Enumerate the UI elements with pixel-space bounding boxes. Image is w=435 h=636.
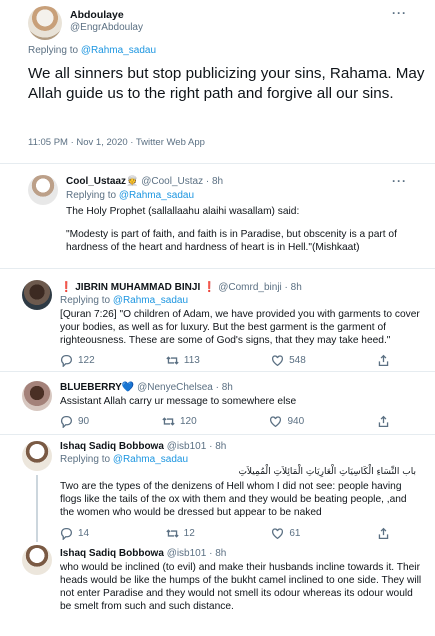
retweet-icon [166,529,179,538]
like-action[interactable]: 61 [271,527,300,540]
reply-text: Two are the types of the denizens of Hel… [60,481,407,518]
reply-action[interactable]: 14 [60,527,89,540]
tweet-meta[interactable]: 11:05 PM · Nov 1, 2020 · Twitter Web App [28,137,205,148]
like-count: 548 [289,355,306,366]
reply-handle[interactable]: @Cool_Ustaz [141,176,203,187]
reply-name[interactable]: ❗ JIBRIN MUHAMMAD BINJI ❗ [60,282,215,293]
reply-text: [Quran 7:26] "O children of Adam, we hav… [60,309,420,346]
action-bar: 14 12 61 [60,527,390,540]
share-action[interactable] [377,415,390,428]
like-action[interactable]: 548 [271,354,306,367]
retweet-count: 113 [183,355,200,366]
replying-to-link[interactable]: @Rahma_sadau [81,45,156,56]
reply-handle[interactable]: @isb101 [167,441,207,452]
reply-time[interactable]: · 8h [209,548,226,559]
reply-time[interactable]: · 8h [216,382,233,393]
retweet-count: 12 [183,528,195,539]
reply-header: Ishaq Sadiq Bobbowa @isb101 · 8h [60,441,226,452]
like-icon [272,355,284,367]
like-action[interactable]: 940 [269,415,304,428]
reply-handle[interactable]: @Comrd_binji [218,282,282,293]
share-action[interactable] [377,354,390,367]
retweet-action[interactable]: 113 [166,354,200,367]
reply-name[interactable]: Cool_Ustaaz👳 [66,176,138,187]
arabic-text: باب النِّسَاءِ الْكَاسِيَاتِ الْعَارِيَا… [238,467,416,477]
divider [0,163,435,164]
replying-prefix: Replying to [60,454,113,465]
reply-count: 14 [78,528,90,539]
like-icon [270,416,282,428]
reply-handle[interactable]: @isb101 [167,548,207,559]
reply-handle[interactable]: @NenyeChelsea [137,382,213,393]
reply-avatar[interactable] [22,441,52,471]
share-icon [378,527,389,540]
replying-to-line: Replying to @Rahma_sadau [60,295,188,306]
divider [0,434,435,435]
replying-to-line: Replying to @Rahma_sadau [28,45,156,56]
reply-name[interactable]: Ishaq Sadiq Bobbowa [60,548,164,559]
retweet-icon [162,417,175,426]
reply-icon [60,415,73,428]
like-count: 61 [289,528,301,539]
retweet-action[interactable]: 120 [162,415,197,428]
reply-text-quote: "Modesty is part of faith, and faith is … [66,229,397,253]
replying-to-link[interactable]: @Rahma_sadau [119,190,194,201]
reply-name[interactable]: Ishaq Sadiq Bobbowa [60,441,164,452]
thread-connector [36,475,38,542]
reply-time[interactable]: · 8h [209,441,226,452]
reply-avatar[interactable] [28,175,58,205]
author-avatar[interactable] [28,6,62,40]
reply-avatar[interactable] [22,545,52,575]
retweet-count: 120 [179,416,197,427]
reply-action[interactable]: 122 [60,354,95,367]
retweet-action[interactable]: 12 [166,527,195,540]
replying-prefix: Replying to [60,295,113,306]
like-icon [272,528,284,540]
author-handle[interactable]: @EngrAbdoulay [70,22,143,33]
reply-text: who would be inclined (to evil) and make… [60,562,422,612]
reply-header: Ishaq Sadiq Bobbowa @isb101 · 8h [60,548,226,559]
author-name[interactable]: Abdoulaye [70,9,124,21]
reply-header: BLUEBERRY💙 @NenyeChelsea · 8h [60,382,233,393]
action-bar: 122 113 548 [60,354,390,367]
replying-prefix: Replying to [66,190,119,201]
reply-action[interactable]: 90 [60,415,89,428]
share-icon [378,415,389,428]
replying-prefix: Replying to [28,45,81,56]
replying-to-link[interactable]: @Rahma_sadau [113,454,188,465]
reply-icon [60,354,73,367]
more-icon[interactable]: ··· [392,6,407,20]
reply-avatar[interactable] [22,280,52,310]
reply-header: Cool_Ustaaz👳 @Cool_Ustaz · 8h [66,176,223,187]
replying-to-link[interactable]: @Rahma_sadau [113,295,188,306]
divider [0,371,435,372]
reply-text: The Holy Prophet (sallallaahu alaihi was… [66,206,300,217]
like-count: 940 [287,416,305,427]
replying-to-line: Replying to @Rahma_sadau [60,454,188,465]
reply-count: 90 [78,416,90,427]
share-icon [378,354,389,367]
reply-count: 122 [78,355,95,366]
reply-name[interactable]: BLUEBERRY💙 [60,382,134,393]
main-tweet-text: We all sinners but stop publicizing your… [28,65,425,102]
action-bar: 90 120 940 [60,415,390,428]
reply-time[interactable]: · 8h [285,282,302,293]
reply-header: ❗ JIBRIN MUHAMMAD BINJI ❗ @Comrd_binji ·… [60,282,302,293]
share-action[interactable] [377,527,390,540]
divider [0,268,435,269]
reply-time[interactable]: · 8h [206,176,223,187]
reply-text: Assistant Allah carry ur message to some… [60,396,297,407]
replying-to-line: Replying to @Rahma_sadau [66,190,194,201]
reply-avatar[interactable] [22,381,52,411]
more-icon[interactable]: ··· [392,174,407,188]
retweet-icon [166,356,179,365]
reply-icon [60,527,73,540]
